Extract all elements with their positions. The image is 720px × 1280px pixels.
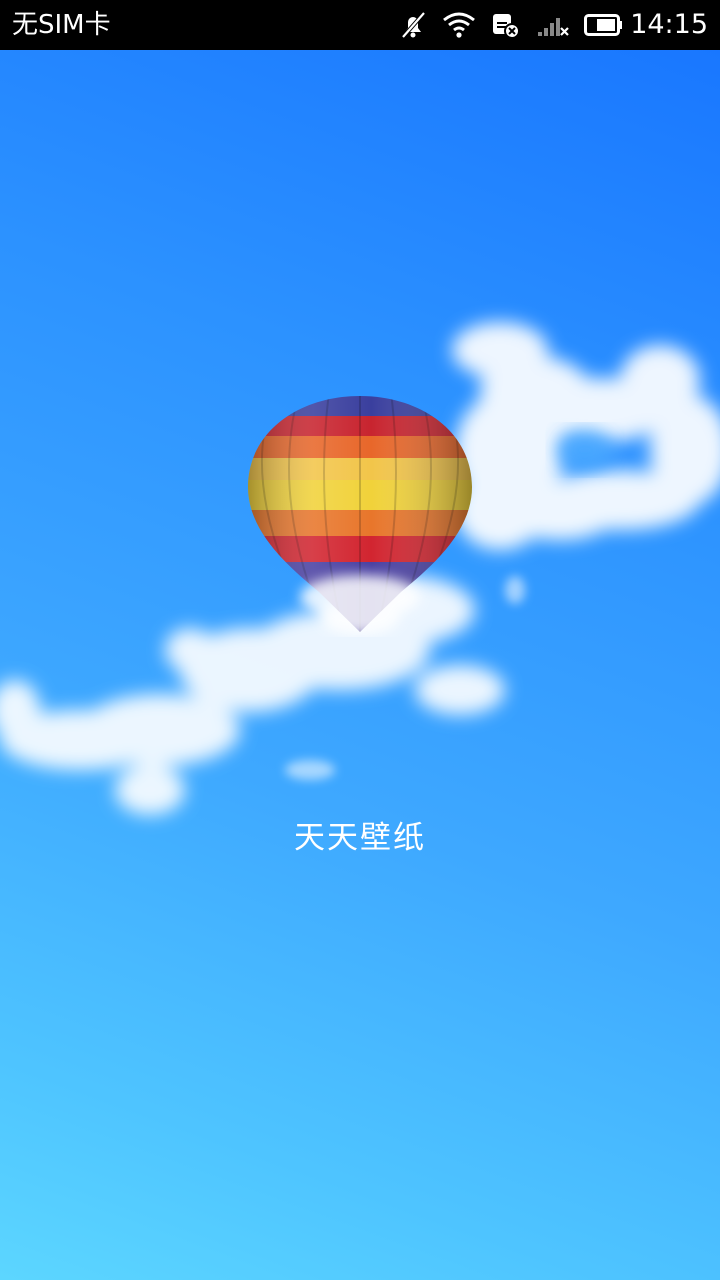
battery-icon [584,13,624,37]
signal-icon [536,12,570,38]
clouds-image [0,322,720,815]
wifi-icon [442,11,476,39]
mute-icon [398,10,428,40]
sim-error-icon [490,10,522,40]
splash-screen: 天天壁纸 [0,50,720,1280]
hot-air-balloon-image [248,396,472,635]
app-name-label: 天天壁纸 [294,820,426,856]
carrier-label: 无SIM卡 [12,10,111,40]
clock: 14:15 [630,9,708,40]
status-icons: 14:15 [384,8,708,42]
status-bar: 无SIM卡 14:15 [0,0,720,50]
